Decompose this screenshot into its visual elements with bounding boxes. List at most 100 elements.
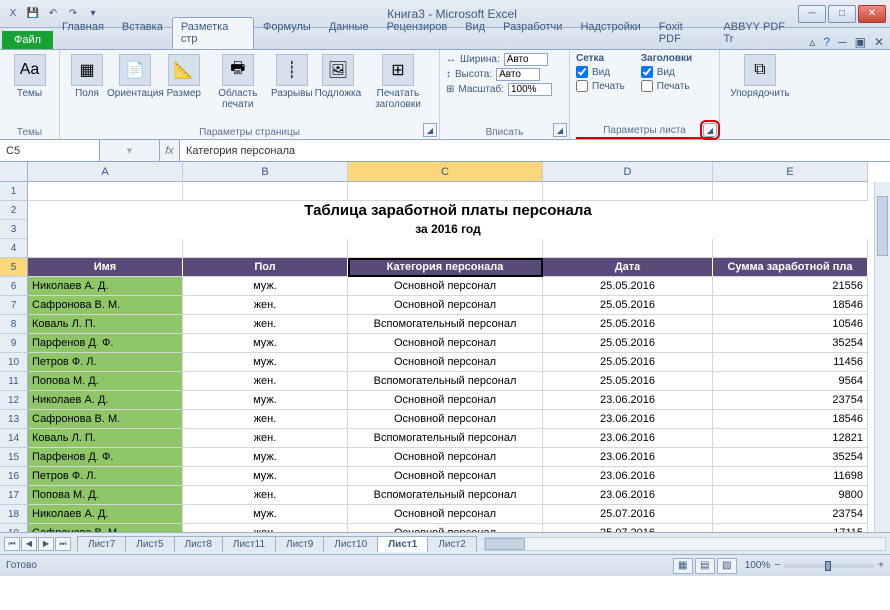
cell[interactable]: Вспомогательный персонал: [348, 486, 543, 505]
cell[interactable]: Пол: [183, 258, 348, 277]
cell[interactable]: [183, 182, 348, 201]
sheet-nav-prev-icon[interactable]: ◀: [21, 537, 37, 551]
cell[interactable]: Николаев А. Д.: [28, 391, 183, 410]
height-input[interactable]: [496, 68, 540, 81]
row-header-13[interactable]: 13: [0, 410, 28, 429]
cell[interactable]: [543, 239, 713, 258]
cell[interactable]: жен.: [183, 372, 348, 391]
ribbon-tab-0[interactable]: Главная: [53, 17, 113, 49]
mdi-close-icon[interactable]: ✕: [874, 35, 884, 49]
cell[interactable]: 21556: [713, 277, 868, 296]
sheet-tab-2[interactable]: Лист8: [174, 536, 223, 552]
row-header-18[interactable]: 18: [0, 505, 28, 524]
page-btn-5[interactable]: 🖼Подложка: [317, 52, 359, 101]
cell[interactable]: жен.: [183, 410, 348, 429]
cell[interactable]: Основной персонал: [348, 334, 543, 353]
cell[interactable]: [348, 239, 543, 258]
col-header-E[interactable]: E: [713, 162, 868, 182]
cell[interactable]: [713, 239, 868, 258]
sheet-tab-6[interactable]: Лист1: [377, 536, 428, 552]
col-header-B[interactable]: B: [183, 162, 348, 182]
cell[interactable]: жен.: [183, 296, 348, 315]
ribbon-tab-7[interactable]: Разработчи: [494, 17, 571, 49]
formula-input[interactable]: Категория персонала: [180, 140, 890, 161]
vertical-scrollbar[interactable]: [874, 182, 890, 532]
zoom-out-button[interactable]: −: [774, 560, 780, 571]
row-header-8[interactable]: 8: [0, 315, 28, 334]
cell[interactable]: Сафронова В. М.: [28, 524, 183, 532]
cell[interactable]: 17115: [713, 524, 868, 532]
arrange-button[interactable]: ⧉ Упорядочить: [726, 52, 794, 101]
page-setup-launcher[interactable]: ◢: [423, 123, 437, 137]
cell[interactable]: Вспомогательный персонал: [348, 372, 543, 391]
col-header-D[interactable]: D: [543, 162, 713, 182]
cell[interactable]: Категория персонала: [348, 258, 543, 277]
cell[interactable]: Парфенов Д. Ф.: [28, 334, 183, 353]
view-pagebreak-button[interactable]: ▧: [717, 558, 737, 574]
cell[interactable]: Основной персонал: [348, 353, 543, 372]
cell[interactable]: Попова М. Д.: [28, 486, 183, 505]
cell[interactable]: 23754: [713, 391, 868, 410]
row-header-10[interactable]: 10: [0, 353, 28, 372]
cell[interactable]: 25.05.2016: [543, 334, 713, 353]
cell[interactable]: муж.: [183, 467, 348, 486]
row-header-5[interactable]: 5: [0, 258, 28, 277]
cell[interactable]: 23.06.2016: [543, 467, 713, 486]
cell[interactable]: Сафронова В. М.: [28, 410, 183, 429]
h-scroll-thumb[interactable]: [485, 538, 525, 550]
view-normal-button[interactable]: ▦: [673, 558, 693, 574]
zoom-level[interactable]: 100%: [745, 560, 771, 571]
cell[interactable]: 23.06.2016: [543, 391, 713, 410]
cell[interactable]: 25.05.2016: [543, 372, 713, 391]
gridlines-view-checkbox[interactable]: [576, 66, 588, 78]
fx-icon[interactable]: fx: [160, 140, 180, 161]
cell[interactable]: [183, 239, 348, 258]
cell[interactable]: 25.07.2016: [543, 505, 713, 524]
col-header-A[interactable]: A: [28, 162, 183, 182]
cell[interactable]: 23.06.2016: [543, 448, 713, 467]
sheet-tab-3[interactable]: Лист11: [222, 536, 276, 552]
excel-icon[interactable]: X: [4, 5, 22, 23]
ribbon-tab-10[interactable]: ABBYY PDF Tr: [714, 17, 803, 49]
name-box-dropdown-icon[interactable]: ▾: [100, 140, 160, 161]
cell[interactable]: Основной персонал: [348, 505, 543, 524]
cell[interactable]: [348, 182, 543, 201]
cell[interactable]: Основной персонал: [348, 277, 543, 296]
row-header-6[interactable]: 6: [0, 277, 28, 296]
cell[interactable]: 18546: [713, 296, 868, 315]
row-header-19[interactable]: 19: [0, 524, 28, 532]
cell[interactable]: 25.05.2016: [543, 296, 713, 315]
sheet-tab-1[interactable]: Лист5: [125, 536, 174, 552]
zoom-in-button[interactable]: +: [878, 560, 884, 571]
row-header-4[interactable]: 4: [0, 239, 28, 258]
row-header-17[interactable]: 17: [0, 486, 28, 505]
close-button[interactable]: ✕: [858, 5, 886, 23]
cell[interactable]: Петров Ф. Л.: [28, 353, 183, 372]
headings-view-checkbox[interactable]: [641, 66, 653, 78]
cell[interactable]: Основной персонал: [348, 524, 543, 532]
mdi-minimize-icon[interactable]: ─: [838, 35, 847, 49]
sheet-tab-0[interactable]: Лист7: [77, 536, 126, 552]
cell[interactable]: жен.: [183, 429, 348, 448]
doc-title[interactable]: Таблица заработной платы персонала: [28, 201, 868, 220]
page-btn-6[interactable]: ⊞Печатать заголовки: [363, 52, 433, 112]
sheet-nav-next-icon[interactable]: ▶: [38, 537, 54, 551]
page-btn-4[interactable]: ┊Разрывы: [271, 52, 313, 101]
cell[interactable]: Попова М. Д.: [28, 372, 183, 391]
cell[interactable]: 25.05.2016: [543, 353, 713, 372]
cell[interactable]: Коваль Л. П.: [28, 429, 183, 448]
row-header-2[interactable]: 2: [0, 201, 28, 220]
cell[interactable]: Сумма заработной пла: [713, 258, 868, 277]
cell[interactable]: [543, 182, 713, 201]
col-header-C[interactable]: C: [348, 162, 543, 182]
cell[interactable]: 25.05.2016: [543, 315, 713, 334]
ribbon-tab-9[interactable]: Foxit PDF: [650, 17, 715, 49]
cell[interactable]: муж.: [183, 391, 348, 410]
fit-launcher[interactable]: ◢: [553, 123, 567, 137]
ribbon-tab-6[interactable]: Вид: [456, 17, 494, 49]
row-header-11[interactable]: 11: [0, 372, 28, 391]
cell[interactable]: 23.06.2016: [543, 429, 713, 448]
cell[interactable]: муж.: [183, 334, 348, 353]
width-input[interactable]: [504, 53, 548, 66]
cell[interactable]: [28, 239, 183, 258]
